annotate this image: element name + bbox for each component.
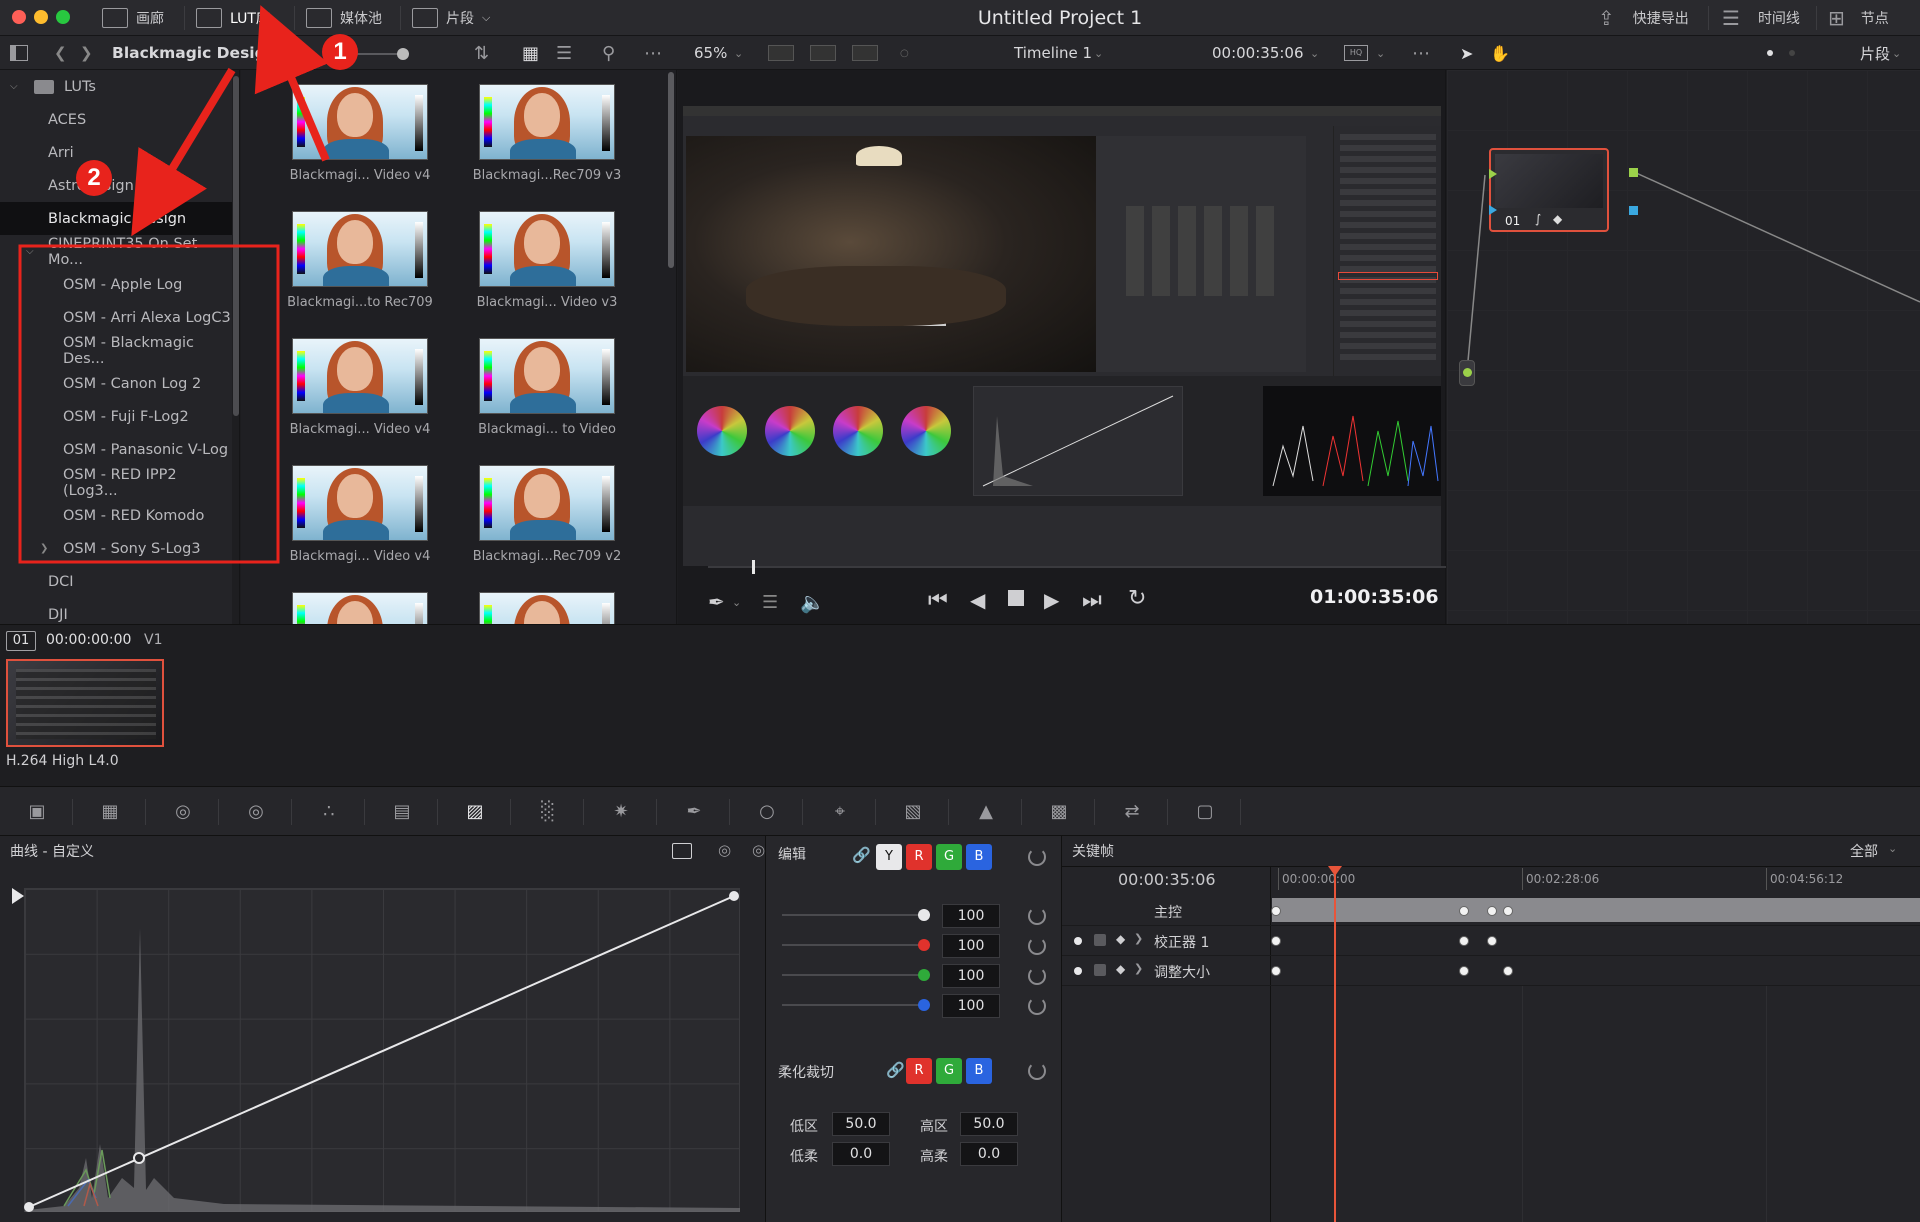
annotation-badge-2: 2 <box>76 160 112 196</box>
annotation-badge-1: 1 <box>322 34 358 70</box>
annotation-arrows <box>18 5 330 564</box>
